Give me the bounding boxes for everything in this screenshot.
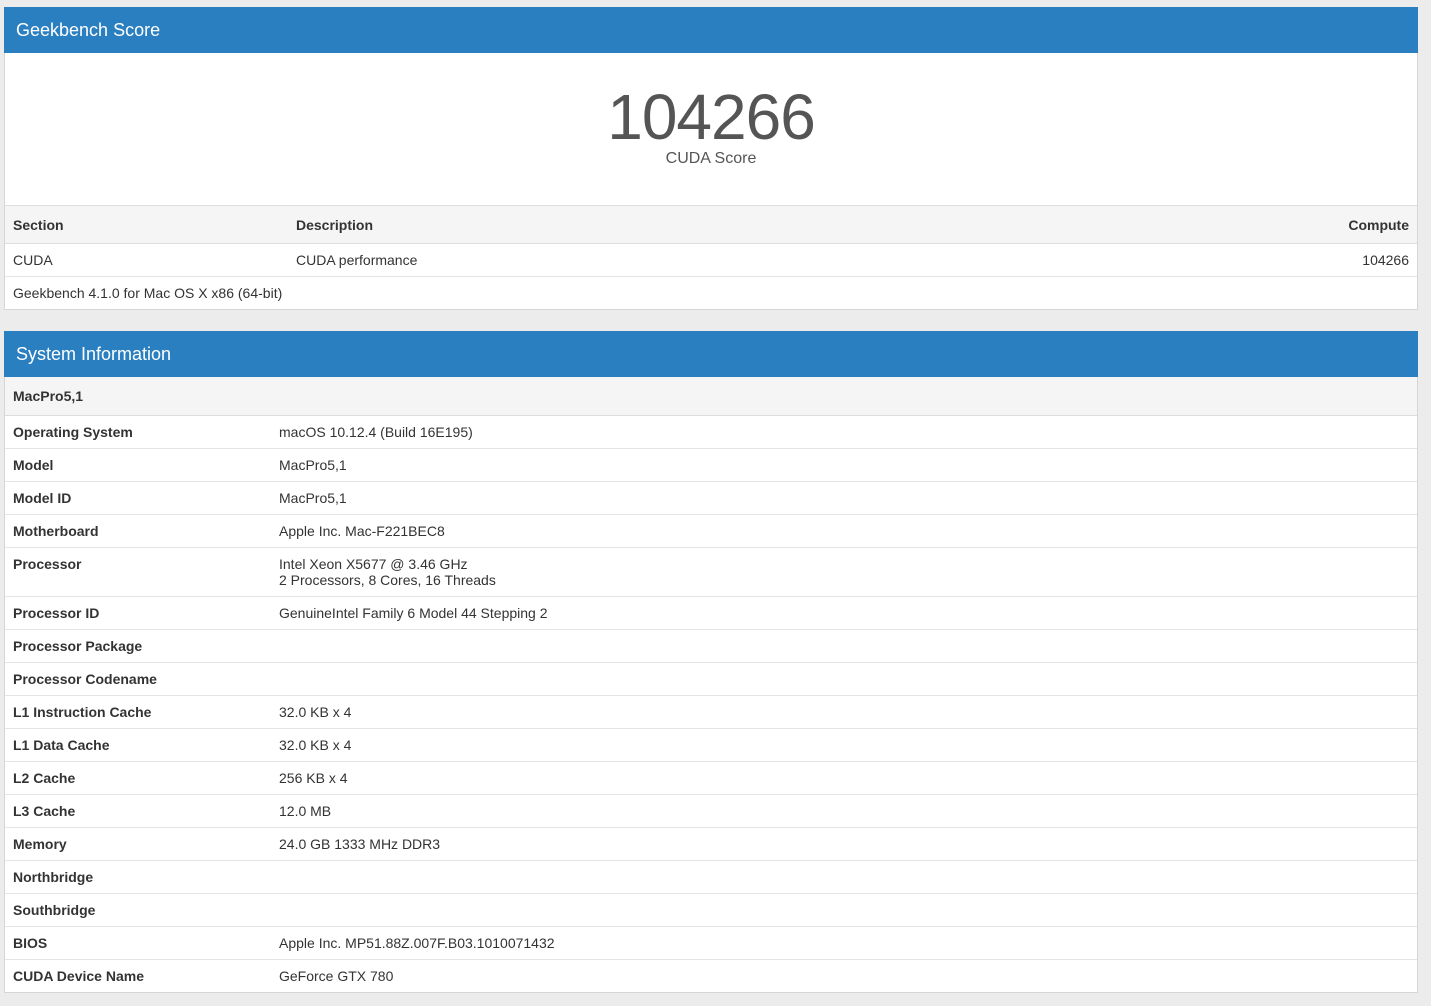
info-value: 12.0 MB — [271, 794, 1417, 828]
info-key: L3 Cache — [5, 794, 271, 828]
info-value: MacPro5,1 — [271, 481, 1417, 515]
results-table: Section Description Compute CUDA CUDA pe… — [5, 206, 1417, 277]
info-value: GeForce GTX 780 — [271, 960, 1417, 993]
info-value: 256 KB x 4 — [271, 761, 1417, 795]
info-value-line: 32.0 KB x 4 — [279, 704, 352, 720]
info-key: Processor ID — [5, 596, 271, 630]
info-key: Processor — [5, 547, 271, 597]
table-row: L1 Data Cache 32.0 KB x 4 — [5, 728, 1417, 762]
column-header-description: Description — [288, 206, 1013, 244]
table-row: Model MacPro5,1 — [5, 448, 1417, 482]
info-value-line: 256 KB x 4 — [279, 770, 348, 786]
info-key: CUDA Device Name — [13, 968, 144, 984]
table-row: CUDA CUDA performance 104266 — [5, 243, 1417, 277]
info-value: macOS 10.12.4 (Build 16E195) — [271, 416, 1417, 449]
score-box: 104266 CUDA Score — [5, 53, 1417, 206]
info-key: Model — [5, 448, 271, 482]
cuda-score-label: CUDA Score — [665, 150, 757, 167]
table-row: BIOS Apple Inc. MP51.88Z.007F.B03.1010071… — [5, 926, 1417, 960]
info-key: Motherboard — [5, 514, 271, 548]
info-value-line: 2 Processors, 8 Cores, 16 Threads — [279, 572, 496, 588]
table-row: Northbridge — [5, 860, 1417, 894]
table-row: Processor ID GenuineIntel Family 6 Model … — [5, 596, 1417, 630]
score-panel-header: Geekbench Score — [4, 7, 1418, 53]
info-value-line: 32.0 KB x 4 — [279, 737, 352, 753]
info-value — [271, 629, 1417, 663]
info-key: L1 Data Cache — [5, 728, 271, 762]
info-value-line: 12.0 MB — [279, 803, 332, 819]
table-row: L3 Cache 12.0 MB — [5, 794, 1417, 828]
table-row: Processor Intel Xeon X5677 @ 3.46 GHz 2 Pr… — [5, 547, 1417, 597]
row-compute: 104266 — [1012, 243, 1417, 277]
info-value: MacPro5,1 — [271, 448, 1417, 482]
table-row: CUDA Device Name GeForce GTX 780 — [5, 960, 1417, 993]
info-value-line: Intel Xeon X5677 @ 3.46 GHz — [279, 556, 468, 572]
table-row: Memory 24.0 GB 1333 MHz DDR3 — [5, 827, 1417, 861]
table-row: Processor Codename — [5, 662, 1417, 696]
table-row: Southbridge — [5, 893, 1417, 927]
info-key: BIOS — [5, 926, 271, 960]
info-value-line: GenuineIntel Family 6 Model 44 Stepping … — [279, 605, 548, 621]
info-value — [271, 893, 1417, 927]
table-row: Processor Package — [5, 629, 1417, 663]
info-key: L1 Instruction Cache — [5, 695, 271, 729]
machine-name: MacPro5,1 — [5, 377, 1417, 416]
table-row: L1 Instruction Cache 32.0 KB x 4 — [5, 695, 1417, 729]
info-value: Apple Inc. MP51.88Z.007F.B03.1010071432 — [271, 926, 1417, 960]
geekbench-score-panel: Geekbench Score 104266 CUDA Score Sectio… — [4, 7, 1418, 310]
info-value: 32.0 KB x 4 — [271, 728, 1417, 762]
info-key: Memory — [5, 827, 271, 861]
info-value-line: 24.0 GB 1333 MHz DDR3 — [279, 836, 441, 852]
info-value-line: macOS 10.12.4 (Build 16E195) — [279, 424, 473, 440]
geekbench-version: Geekbench 4.1.0 for Mac OS X x86 (64-bit… — [13, 285, 283, 301]
info-value-line: Apple Inc. MP51.88Z.007F.B03.1010071432 — [279, 935, 555, 951]
info-value: 24.0 GB 1333 MHz DDR3 — [271, 827, 1417, 861]
info-value: Intel Xeon X5677 @ 3.46 GHz 2 Processors,… — [271, 547, 1417, 597]
info-value-line: Apple Inc. Mac-F221BEC8 — [279, 523, 445, 539]
system-information-panel: System Information MacPro5,1 Operating S… — [4, 331, 1418, 993]
table-row: Model ID MacPro5,1 — [5, 481, 1417, 515]
cuda-score-value: 104266 — [607, 81, 816, 153]
table-row: Operating System macOS 10.12.4 (Build 16E… — [5, 416, 1417, 449]
column-header-compute: Compute — [1012, 206, 1417, 244]
results-table-header-row: Section Description Compute — [5, 206, 1417, 244]
info-key: Processor Package — [5, 629, 271, 663]
system-panel-header: System Information — [4, 331, 1418, 377]
info-value-line: MacPro5,1 — [279, 490, 347, 506]
table-row: Motherboard Apple Inc. Mac-F221BEC8 — [5, 514, 1417, 548]
row-description: CUDA performance — [288, 243, 1013, 277]
info-value-line: MacPro5,1 — [279, 457, 347, 473]
info-key: Southbridge — [5, 893, 271, 927]
column-header-section: Section — [5, 206, 288, 244]
info-value-line: GeForce GTX 780 — [279, 968, 394, 984]
info-key: Operating System — [5, 416, 271, 449]
info-key: Processor Codename — [5, 662, 271, 696]
info-value — [271, 860, 1417, 894]
info-key: Model ID — [5, 481, 271, 515]
info-key: Northbridge — [5, 860, 271, 894]
info-value — [271, 662, 1417, 696]
info-value: 32.0 KB x 4 — [271, 695, 1417, 729]
row-section: CUDA — [5, 243, 288, 277]
table-row: L2 Cache 256 KB x 4 — [5, 761, 1417, 795]
info-value: GenuineIntel Family 6 Model 44 Stepping … — [271, 596, 1417, 630]
info-value: Apple Inc. Mac-F221BEC8 — [271, 514, 1417, 548]
info-key: L2 Cache — [5, 761, 271, 795]
system-info-table: Operating System macOS 10.12.4 (Build 16E… — [5, 416, 1417, 992]
